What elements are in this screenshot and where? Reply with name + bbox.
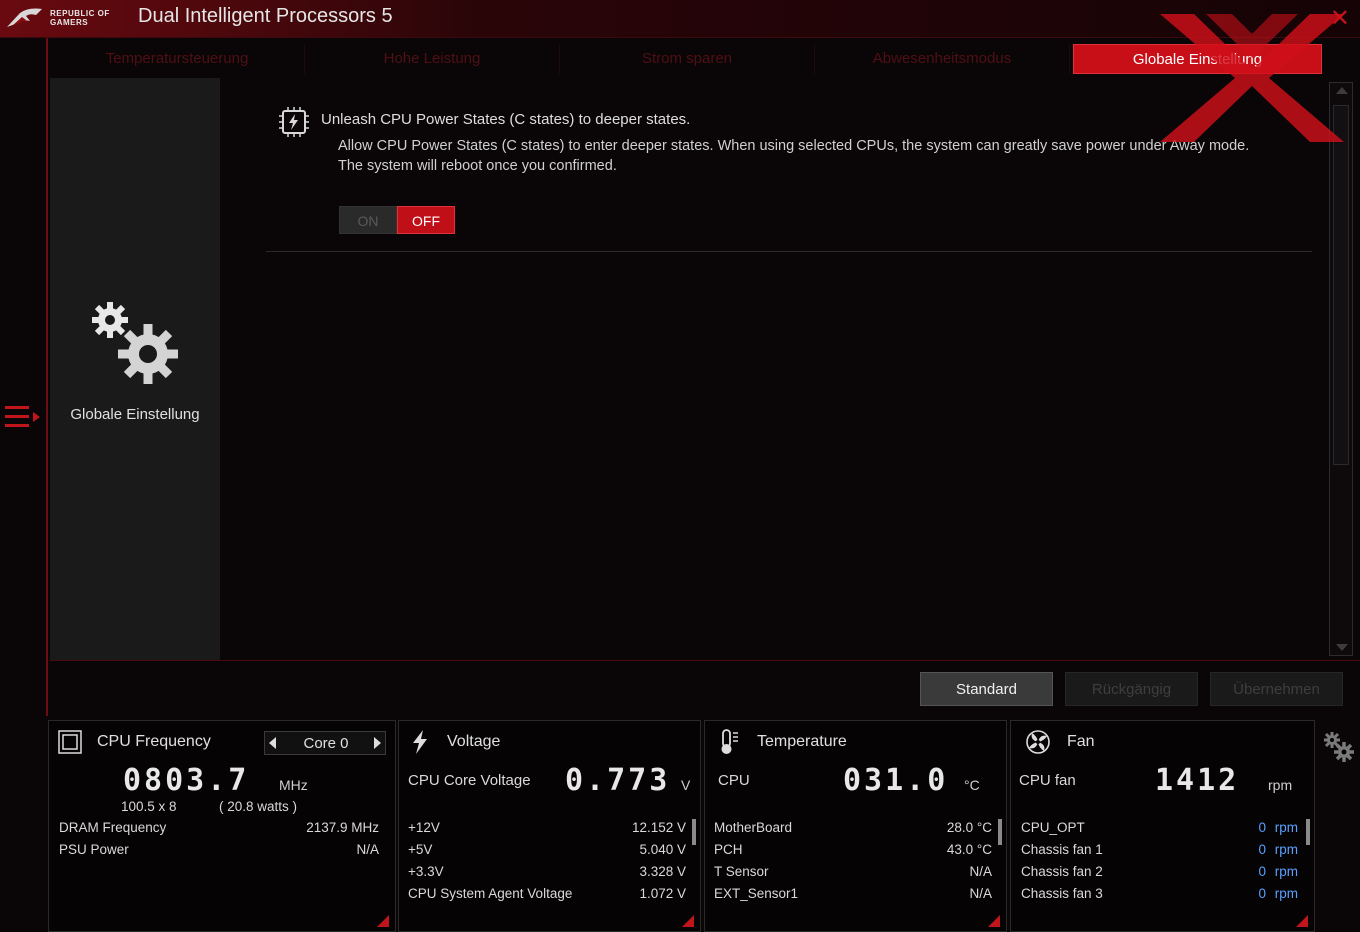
t-sensor-label: T Sensor: [714, 864, 769, 879]
fan-icon: [1026, 730, 1050, 754]
core-next-icon[interactable]: [374, 737, 381, 749]
voltage-5v-label: +5V: [408, 842, 433, 857]
sa-voltage-label: CPU System Agent Voltage: [408, 886, 573, 901]
tab-hohe-leistung[interactable]: Hohe Leistung: [305, 44, 560, 74]
cstates-toggle[interactable]: ON OFF: [339, 206, 455, 234]
cpu-temp-unit: °C: [964, 777, 980, 793]
close-button[interactable]: ✕: [1330, 4, 1350, 33]
chassis-fan1-label: Chassis fan 1: [1021, 842, 1103, 857]
tab-temperatursteuerung[interactable]: Temperatursteuerung: [50, 44, 305, 74]
pch-temp-value: 43.0 °C: [946, 842, 992, 857]
voltage-3v3-value: 3.328 V: [639, 864, 686, 879]
chassis-fan1-unit: rpm: [1274, 842, 1298, 857]
cpu-opt-label: CPU_OPT: [1021, 820, 1085, 835]
scroll-down-icon[interactable]: [1336, 644, 1348, 651]
core-selector[interactable]: Core 0: [264, 731, 386, 755]
temperature-scrollbar[interactable]: [998, 819, 1002, 845]
cpu-core-voltage-value: 0.773: [565, 763, 671, 798]
mb-temp-label: MotherBoard: [714, 820, 793, 835]
rog-logo: REPUBLIC OF GAMERS: [4, 4, 122, 32]
toggle-off-option[interactable]: OFF: [397, 206, 455, 234]
t-sensor-value: N/A: [969, 864, 992, 879]
voltage-3v3-label: +3.3V: [408, 864, 444, 879]
side-panel-label: Globale Einstellung: [70, 406, 200, 423]
cpu-core-voltage-unit: V: [681, 777, 691, 793]
standard-button[interactable]: Standard: [920, 672, 1053, 706]
voltage-12v-value: 12.152 V: [631, 820, 686, 835]
chassis-fan2-value: 0: [1258, 864, 1266, 879]
psu-power-value: N/A: [356, 842, 379, 857]
voltage-panel: Voltage CPU Core Voltage 0.773 V +12V 12…: [398, 720, 701, 932]
temperature-title: Temperature: [757, 733, 847, 750]
cpu-frequency-title: CPU Frequency: [97, 733, 211, 750]
chassis-fan1-value: 0: [1258, 842, 1266, 857]
sa-voltage-value: 1.072 V: [639, 886, 686, 901]
ext-sensor-label: EXT_Sensor1: [714, 886, 799, 901]
monitor-settings-gears-icon[interactable]: [1322, 730, 1354, 762]
cpu-core-voltage-label: CPU Core Voltage: [408, 772, 531, 789]
cpu-opt-unit: rpm: [1274, 820, 1298, 835]
tab-globale-einstellung[interactable]: Globale Einstellung: [1073, 44, 1322, 74]
pch-temp-label: PCH: [714, 842, 743, 857]
gears-icon: [92, 302, 178, 384]
content-scrollbar[interactable]: [1329, 82, 1353, 656]
app-title: Dual Intelligent Processors 5: [138, 5, 393, 27]
scroll-thumb[interactable]: [1333, 105, 1349, 465]
fan-title: Fan: [1067, 733, 1095, 750]
dram-frequency-label: DRAM Frequency: [59, 820, 167, 835]
tab-bar: Temperatursteuerung Hohe Leistung Strom …: [50, 40, 1360, 76]
left-nav-strip: [0, 38, 48, 716]
side-panel: Globale Einstellung: [50, 78, 220, 660]
temperature-panel: Temperature CPU 031.0 °C MotherBoard 28.…: [704, 720, 1007, 932]
setting-title: Unleash CPU Power States (C states) to d…: [321, 111, 691, 128]
chassis-fan3-unit: rpm: [1274, 886, 1298, 901]
cpu-frequency-value: 0803.7: [123, 763, 250, 798]
undo-button[interactable]: Rückgängig: [1065, 672, 1198, 706]
voltage-12v-label: +12V: [408, 820, 440, 835]
fan-scrollbar[interactable]: [1306, 819, 1310, 845]
expand-corner-icon[interactable]: [377, 915, 389, 927]
rog-eye-icon: [7, 8, 42, 27]
voltage-scrollbar[interactable]: [692, 819, 696, 845]
lightning-icon: [413, 730, 427, 754]
cpu-frequency-panel: CPU Frequency Core 0 0803.7 MHz 100.5 x …: [48, 720, 396, 932]
chassis-fan2-unit: rpm: [1274, 864, 1298, 879]
expand-corner-icon[interactable]: [1296, 915, 1308, 927]
ext-sensor-value: N/A: [969, 886, 992, 901]
chassis-fan3-label: Chassis fan 3: [1021, 886, 1103, 901]
toggle-on-option[interactable]: ON: [339, 206, 397, 234]
thermometer-icon: [721, 729, 738, 754]
cpu-fan-unit: rpm: [1268, 777, 1293, 793]
tab-abwesenheitsmodus[interactable]: Abwesenheitsmodus: [815, 44, 1070, 74]
setting-description: Allow CPU Power States (C states) to ent…: [338, 138, 1250, 174]
title-bar: REPUBLIC OF GAMERS Dual Intelligent Proc…: [0, 0, 1360, 38]
tab-strom-sparen[interactable]: Strom sparen: [560, 44, 815, 74]
rog-logo-text: REPUBLIC OF GAMERS: [50, 9, 110, 27]
voltage-title: Voltage: [447, 733, 501, 750]
chassis-fan3-value: 0: [1258, 886, 1266, 901]
cpu-watts: ( 20.8 watts ): [219, 799, 298, 814]
menu-expand-icon[interactable]: [3, 404, 43, 432]
cpu-temp-label: CPU: [718, 772, 750, 789]
psu-power-label: PSU Power: [59, 842, 129, 857]
cpu-frequency-unit: MHz: [279, 777, 308, 793]
cpu-ratio: 100.5 x 8: [121, 799, 177, 814]
dram-frequency-value: 2137.9 MHz: [306, 820, 379, 835]
cpu-fan-label: CPU fan: [1019, 772, 1076, 789]
apply-button[interactable]: Übernehmen: [1210, 672, 1343, 706]
mb-temp-value: 28.0 °C: [946, 820, 992, 835]
cpu-temp-value: 031.0: [843, 763, 949, 798]
expand-corner-icon[interactable]: [988, 915, 1000, 927]
cpu-chip-icon: [58, 730, 82, 754]
scroll-up-icon[interactable]: [1336, 87, 1348, 94]
cpu-power-icon: [279, 107, 309, 137]
fan-panel: Fan CPU fan 1412 rpm CPU_OPT 0 rpm Chass…: [1010, 720, 1315, 932]
core-selector-value: Core 0: [303, 735, 349, 752]
cpu-fan-value: 1412: [1155, 763, 1240, 798]
voltage-5v-value: 5.040 V: [639, 842, 686, 857]
chassis-fan2-label: Chassis fan 2: [1021, 864, 1103, 879]
expand-corner-icon[interactable]: [682, 915, 694, 927]
cpu-opt-value: 0: [1258, 820, 1266, 835]
divider: [266, 251, 1312, 252]
